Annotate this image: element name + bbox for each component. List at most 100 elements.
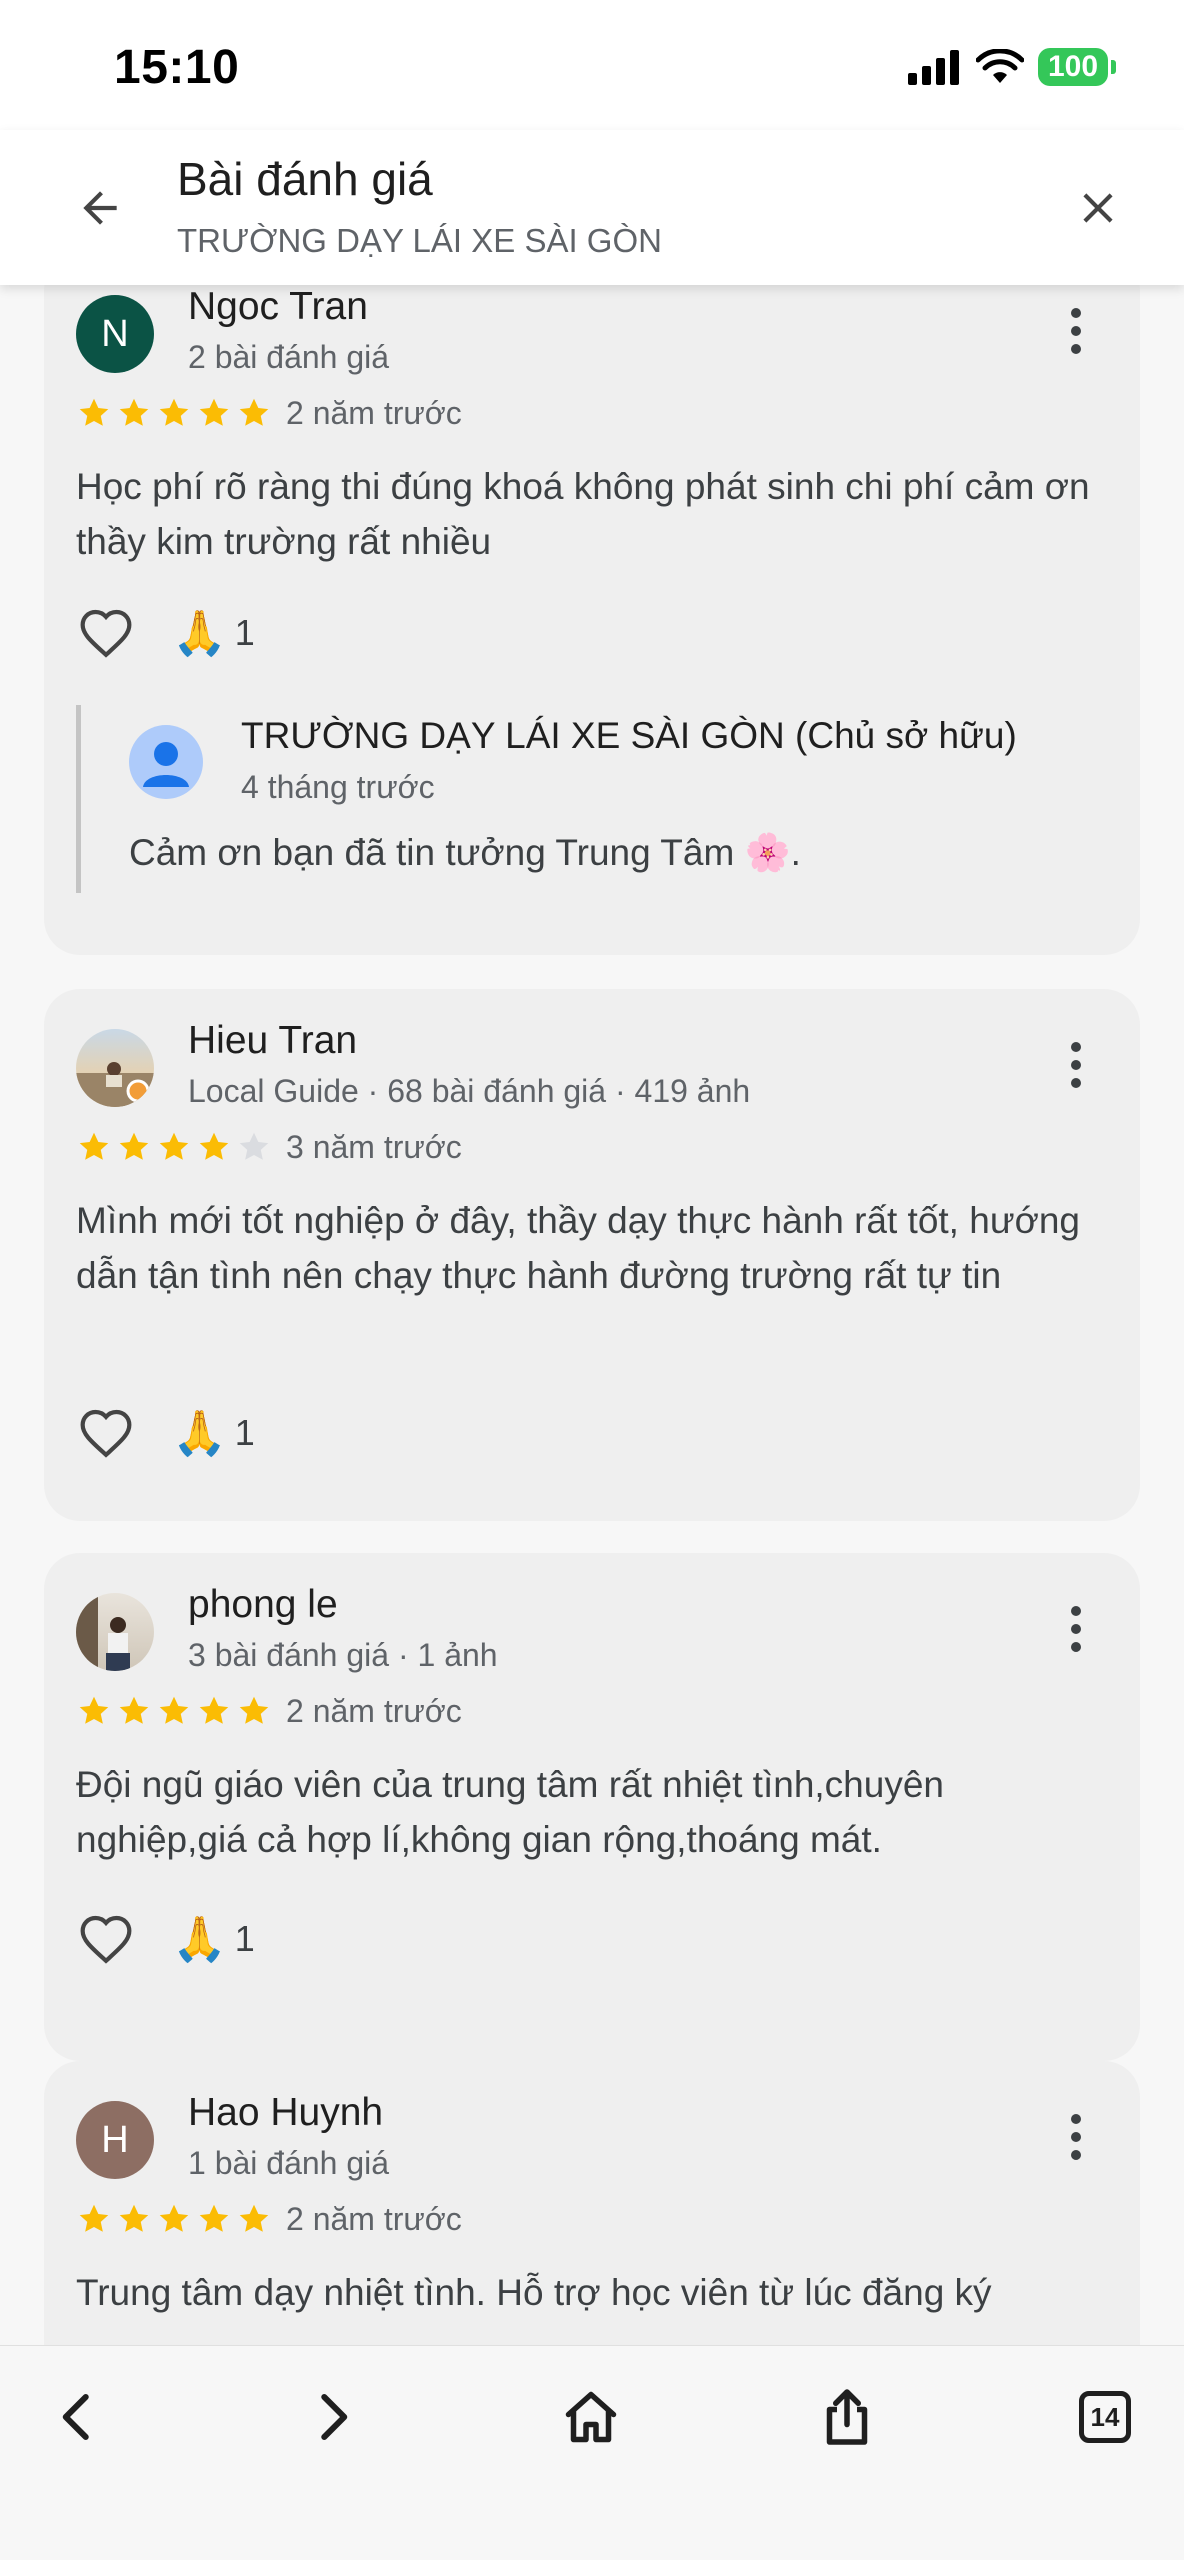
back-button[interactable] [64, 172, 136, 244]
review-text: Đội ngũ giáo viên của trung tâm rất nhiệ… [76, 1764, 944, 1860]
status-icons: 100 [908, 48, 1116, 86]
tabs-count: 14 [1079, 2391, 1131, 2443]
reaction-count: 1 [234, 1412, 255, 1453]
star-filled-icon [239, 1696, 269, 1724]
browser-toolbar: 14 [0, 2345, 1184, 2560]
reviewer-meta: 1 bài đánh giá [188, 2145, 390, 2181]
page-title: Bài đánh giá [177, 153, 433, 205]
more-options-button[interactable] [1056, 299, 1096, 363]
status-time: 15:10 [114, 41, 240, 94]
chevron-left-icon [62, 2394, 89, 2440]
star-filled-icon [79, 398, 109, 426]
star-filled-icon [119, 2204, 149, 2232]
heart-outline-icon [80, 1915, 132, 1964]
review-time: 2 năm trước [286, 2201, 462, 2237]
battery-indicator: 100 [1038, 48, 1116, 86]
review-text: Trung tâm dạy nhiệt tình. Hỗ trợ học viê… [76, 2272, 992, 2313]
status-bar: 15:10 100 [0, 0, 1184, 130]
star-rating [76, 1693, 272, 1729]
avatar[interactable]: N [76, 295, 154, 373]
more-options-button[interactable] [1056, 2105, 1096, 2169]
star-filled-icon [119, 1132, 149, 1160]
review-text: Mình mới tốt nghiệp ở đây, thầy dạy thực… [76, 1200, 1081, 1296]
avatar-photo [76, 1593, 130, 1671]
signal-icon [908, 50, 959, 85]
star-filled-icon [199, 1132, 229, 1160]
arrow-left-icon [83, 191, 117, 225]
star-filled-icon [199, 398, 229, 426]
avatar[interactable] [76, 1593, 154, 1671]
reaction-button[interactable]: 🙏 1 [172, 1407, 255, 1459]
chevron-right-icon [321, 2394, 348, 2440]
share-icon [826, 2389, 868, 2445]
star-rating [76, 1129, 272, 1165]
star-filled-icon [79, 2204, 109, 2232]
like-button[interactable] [76, 603, 136, 663]
tabs-button[interactable]: 14 [1060, 2372, 1150, 2462]
owner-reply-text: Cảm ơn bạn đã tin tưởng Trung Tâm 🌸. [129, 832, 801, 873]
star-filled-icon [199, 1696, 229, 1724]
browser-home-button[interactable] [546, 2372, 636, 2462]
owner-name: TRƯỜNG DẠY LÁI XE SÀI GÒN (Chủ sở hữu) [241, 715, 1017, 756]
review-actions: 🙏 1 [76, 1403, 255, 1463]
review-actions: 🙏 1 [76, 603, 255, 663]
home-icon [565, 2391, 617, 2443]
review-text: Học phí rõ ràng thi đúng khoá không phát… [76, 466, 1090, 562]
star-filled-icon [119, 398, 149, 426]
reviewer-meta: 2 bài đánh giá [188, 339, 390, 375]
folded-hands-icon: 🙏 [172, 1915, 227, 1964]
place-name: TRƯỜNG DẠY LÁI XE SÀI GÒN [177, 222, 662, 259]
avatar[interactable]: H [76, 2101, 154, 2179]
reaction-count: 1 [234, 612, 255, 653]
owner-reply-time: 4 tháng trước [241, 769, 435, 805]
star-empty-icon [239, 1132, 269, 1160]
reviewer-name[interactable]: phong le [188, 1583, 338, 1627]
star-filled-icon [159, 1696, 189, 1724]
browser-forward-button[interactable] [288, 2372, 378, 2462]
heart-outline-icon [80, 1409, 132, 1458]
review-time: 2 năm trước [286, 395, 462, 431]
star-filled-icon [239, 2204, 269, 2232]
reaction-button[interactable]: 🙏 1 [172, 607, 255, 659]
more-options-button[interactable] [1056, 1033, 1096, 1097]
owner-reply: TRƯỜNG DẠY LÁI XE SÀI GÒN (Chủ sở hữu) 4… [76, 705, 1106, 893]
more-options-button[interactable] [1056, 1597, 1096, 1661]
review-card: Hieu Tran Local Guide · 68 bài đánh giá … [44, 989, 1140, 1521]
avatar[interactable] [76, 1029, 154, 1107]
folded-hands-icon: 🙏 [172, 1409, 227, 1458]
owner-avatar [129, 725, 203, 799]
star-filled-icon [159, 1132, 189, 1160]
review-card: N Ngoc Tran 2 bài đánh giá 2 năm trước H… [44, 285, 1140, 955]
browser-back-button[interactable] [32, 2372, 122, 2462]
review-time: 2 năm trước [286, 1693, 462, 1729]
star-filled-icon [79, 1132, 109, 1160]
avatar-letter: N [101, 312, 129, 355]
star-filled-icon [239, 398, 269, 426]
reviews-list[interactable]: N Ngoc Tran 2 bài đánh giá 2 năm trước H… [0, 285, 1184, 2345]
reviewer-meta: Local Guide · 68 bài đánh giá · 419 ảnh [188, 1073, 751, 1109]
share-button[interactable] [802, 2372, 892, 2462]
reviewer-name[interactable]: Hieu Tran [188, 1019, 357, 1063]
star-filled-icon [159, 398, 189, 426]
like-button[interactable] [76, 1403, 136, 1463]
review-card: phong le 3 bài đánh giá · 1 ảnh 2 năm tr… [44, 1553, 1140, 2061]
close-icon [1083, 193, 1113, 223]
review-card: H Hao Huynh 1 bài đánh giá 2 năm trước T… [44, 2061, 1140, 2345]
reaction-button[interactable]: 🙏 1 [172, 1913, 255, 1965]
review-time: 3 năm trước [286, 1129, 462, 1165]
star-rating [76, 395, 272, 431]
close-button[interactable] [1062, 172, 1134, 244]
review-actions: 🙏 1 [76, 1909, 255, 1969]
folded-hands-icon: 🙏 [172, 609, 227, 658]
avatar-photo [76, 1062, 154, 1107]
like-button[interactable] [76, 1909, 136, 1969]
star-filled-icon [119, 1696, 149, 1724]
wifi-icon [976, 49, 1024, 83]
star-filled-icon [79, 1696, 109, 1724]
reviewer-name[interactable]: Hao Huynh [188, 2091, 383, 2135]
reviewer-name[interactable]: Ngoc Tran [188, 285, 368, 329]
person-icon [143, 742, 189, 787]
heart-outline-icon [80, 609, 132, 658]
avatar-letter: H [101, 2118, 129, 2161]
reaction-count: 1 [234, 1918, 255, 1959]
